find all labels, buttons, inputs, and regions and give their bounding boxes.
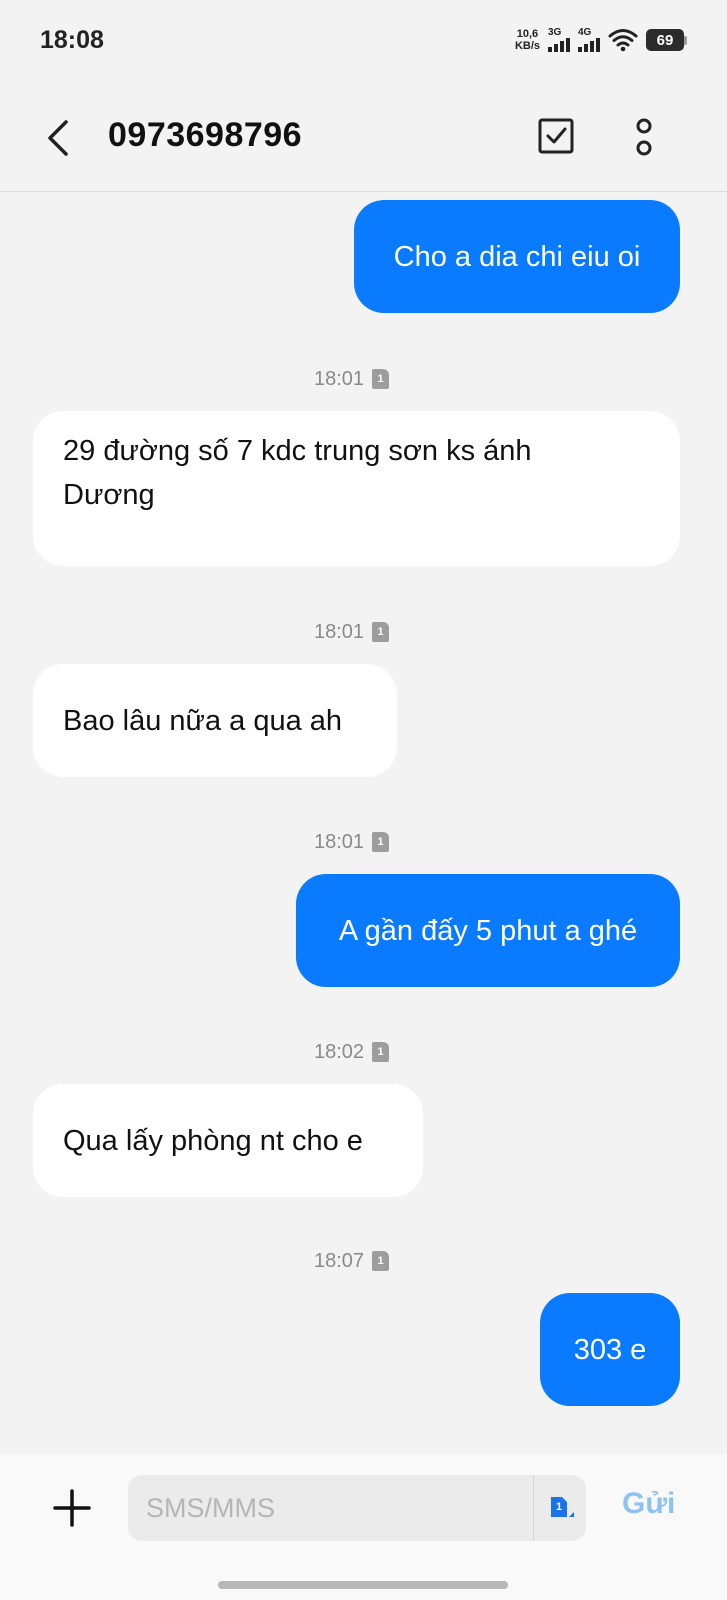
home-indicator[interactable] [218,1581,508,1589]
incoming-message[interactable]: Qua lấy phòng nt cho e [33,1084,423,1197]
timestamp-text: 18:01 [314,620,365,643]
message-input[interactable] [128,1475,524,1541]
sim-card-icon: 1 [372,622,390,642]
contact-number: 0973698796 [108,116,303,154]
incoming-message[interactable]: 29 đường số 7 kdc trung sơn ks ánh Dương [33,411,680,566]
more-options-button[interactable] [632,116,656,160]
wifi-icon [608,28,638,52]
sim-card-icon: 1 [372,369,390,389]
sim2-signal-icon: 4G [578,28,600,52]
timestamp-text: 18:01 [314,830,365,853]
sim-card-icon: 1 [372,1042,390,1062]
message-text: Qua lấy phòng nt cho e [63,1124,363,1157]
network-speed-value: 10,6 [516,28,539,40]
message-timestamp: 18:01 1 [314,619,390,645]
sim-select-button[interactable]: 1 [548,1495,578,1523]
timestamp-text: 18:07 [314,1249,365,1272]
sim1-network-label: 3G [548,27,562,38]
attach-button[interactable] [52,1488,92,1528]
compose-divider [533,1475,534,1541]
sim1-signal-icon: 3G [548,28,570,52]
plus-icon [53,1489,91,1527]
message-text: Bao lâu nữa a qua ah [63,704,343,737]
message-text: 303 e [573,1333,647,1366]
select-messages-button[interactable] [536,116,576,156]
sim-select-number: 1 [555,1501,563,1513]
more-vertical-icon [636,118,652,156]
message-timestamp: 18:01 1 [314,829,390,855]
sim2-network-label: 4G [578,27,592,38]
message-timestamp: 18:02 1 [314,1039,390,1065]
outgoing-message[interactable]: A gần đấy 5 phut a ghé [296,874,680,987]
back-arrow-icon [48,120,68,156]
incoming-message[interactable]: Bao lâu nữa a qua ah [33,664,397,777]
timestamp-text: 18:02 [314,1040,365,1063]
send-button[interactable]: Gửi [622,1487,675,1521]
message-timestamp: 18:07 1 [314,1248,390,1274]
message-timestamp: 18:01 1 [314,366,390,392]
compose-bar: 1 Gửi [0,1455,727,1600]
outgoing-message[interactable]: Cho a dia chi eiu oi [354,200,680,313]
status-time: 18:08 [40,25,104,54]
message-text-line: Dương [63,479,155,511]
network-speed: 10,6 KB/s [515,28,540,52]
message-text: Cho a dia chi eiu oi [393,240,641,273]
timestamp-text: 18:01 [314,367,365,390]
message-list[interactable]: Cho a dia chi eiu oi 18:01 1 29 đường số… [0,193,727,1455]
status-bar: 18:08 10,6 KB/s 3G 4G 69 [0,0,727,80]
compose-box: 1 [128,1475,586,1541]
battery-level: 69 [646,29,684,51]
outgoing-message[interactable]: 303 e [540,1293,680,1406]
back-button[interactable] [40,116,80,160]
sim-card-icon: 1 [372,832,390,852]
status-icons: 10,6 KB/s 3G 4G 69 [515,28,687,52]
message-text: A gần đấy 5 phut a ghé [338,914,638,947]
battery-icon: 69 [646,29,687,51]
network-speed-unit: KB/s [514,40,540,52]
message-text-line: 29 đường số 7 kdc trung sơn ks ánh [63,435,532,467]
checkbox-icon [538,118,574,154]
conversation-header: 0973698796 [0,80,727,192]
sim-card-icon: 1 [372,1251,390,1271]
